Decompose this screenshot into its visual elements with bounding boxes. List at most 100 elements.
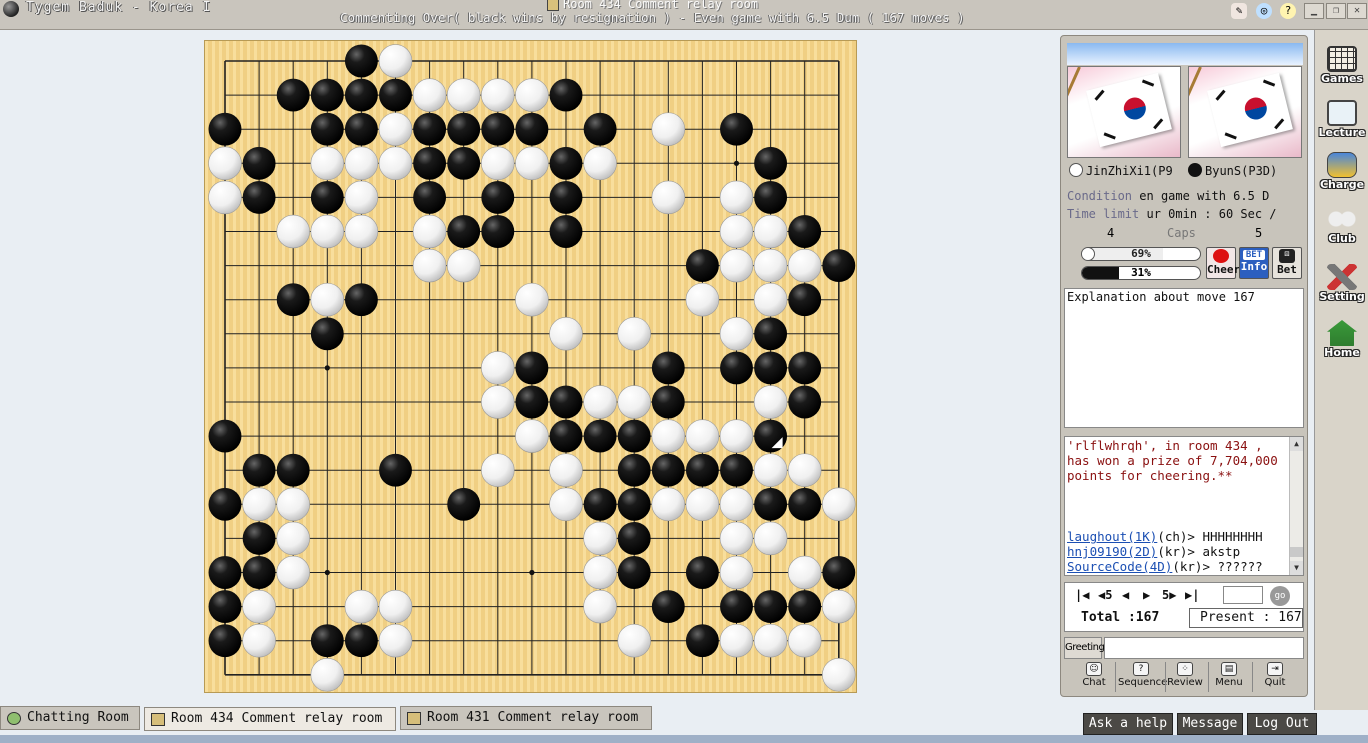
go-button[interactable]: go: [1270, 586, 1290, 606]
white-captures: 4: [1107, 226, 1115, 240]
white-stone: [310, 658, 345, 692]
white-stone: [753, 214, 788, 249]
chat-nick-link[interactable]: laughout(1K): [1067, 529, 1157, 544]
black-stone: [583, 487, 617, 521]
black-stone: [788, 590, 822, 624]
ask-help-button[interactable]: Ask a help: [1083, 713, 1173, 735]
captures-label: Caps: [1167, 226, 1196, 240]
white-stone: [617, 385, 651, 419]
white-stone: [481, 385, 515, 419]
lecture-board-icon: [1327, 100, 1357, 126]
chat-nick-link[interactable]: SourceCode(4D): [1067, 559, 1172, 574]
black-stone: [310, 112, 344, 146]
bet-info-button[interactable]: BET Info: [1239, 247, 1269, 279]
black-stone: [754, 351, 788, 385]
black-stone: [617, 419, 651, 453]
sequence-button[interactable]: ? Sequence: [1118, 662, 1167, 694]
go-board[interactable]: [204, 40, 857, 693]
black-stone: [822, 249, 856, 283]
chat-scrollbar[interactable]: ▲ ▼: [1289, 437, 1303, 575]
scroll-up-icon[interactable]: ▲: [1290, 437, 1303, 451]
help-bulb-icon[interactable]: ?: [1280, 3, 1296, 19]
forward-5-button[interactable]: 5▶: [1162, 588, 1176, 602]
black-stone: [208, 624, 242, 658]
close-button[interactable]: ✕: [1347, 3, 1367, 19]
black-stone: [344, 78, 378, 112]
chat-button[interactable]: ☺ Chat: [1072, 662, 1116, 694]
review-icon: ⁘: [1177, 662, 1193, 676]
white-stone: [719, 487, 754, 522]
bet-button[interactable]: ⚄ Bet: [1272, 247, 1302, 279]
main-sidebar: Games Lecture Charge Club Setting Home: [1314, 30, 1368, 710]
white-stone: [208, 180, 242, 215]
chat-input[interactable]: [1104, 637, 1304, 659]
quit-button[interactable]: ⇥ Quit: [1253, 662, 1297, 694]
tab-label: Chatting Room: [27, 710, 129, 725]
black-stone: [413, 112, 447, 146]
present-move: Present : 167: [1189, 608, 1303, 628]
chat-message: (ch)> HHHHHHHH: [1157, 529, 1263, 544]
sidebar-item-lecture[interactable]: Lecture: [1317, 100, 1367, 139]
last-move-button[interactable]: ▶|: [1185, 588, 1199, 602]
black-stone: [481, 215, 515, 248]
white-stone: [753, 385, 788, 419]
sidebar-item-games[interactable]: Games: [1317, 46, 1367, 85]
black-stone: [379, 453, 412, 487]
first-move-button[interactable]: |◀: [1075, 588, 1089, 602]
white-player[interactable]: JinZhiXi1(P9: [1069, 163, 1181, 178]
greeting-button[interactable]: Greeting: [1064, 637, 1105, 659]
search-icon[interactable]: ◎: [1256, 3, 1272, 19]
minimize-button[interactable]: ▁: [1304, 3, 1324, 19]
back-5-button[interactable]: ◀5: [1098, 588, 1112, 602]
black-stone: [208, 556, 242, 589]
tab-chatting-room[interactable]: Chatting Room: [0, 706, 140, 730]
white-stone: [276, 487, 310, 522]
chat-nick-link[interactable]: hnj09190(2D): [1067, 544, 1157, 559]
black-stone: [788, 283, 822, 317]
white-stone: [515, 282, 549, 317]
white-stone: [378, 112, 413, 146]
sidebar-item-setting[interactable]: Setting: [1317, 264, 1367, 303]
sidebar-item-home[interactable]: Home: [1317, 320, 1367, 359]
white-stone: [685, 487, 720, 522]
logout-button[interactable]: Log Out: [1247, 713, 1317, 735]
white-stone: [242, 589, 276, 624]
go-board-grid[interactable]: [205, 41, 858, 694]
tab-room-434[interactable]: Room 434 Comment relay room: [144, 707, 396, 731]
games-board-icon: [1327, 46, 1357, 72]
white-stone: [276, 214, 310, 249]
white-stone: [719, 521, 754, 556]
black-stone: [549, 419, 583, 453]
tab-room-431[interactable]: Room 431 Comment relay room: [400, 706, 652, 730]
black-stone: [754, 487, 788, 521]
scroll-down-icon[interactable]: ▼: [1290, 561, 1303, 575]
prev-move-button[interactable]: ◀: [1122, 588, 1129, 602]
white-player-name[interactable]: JinZhiXi1(P9: [1086, 164, 1173, 178]
next-move-button[interactable]: ▶: [1143, 588, 1150, 602]
black-stone: [651, 385, 685, 419]
message-button[interactable]: Message: [1177, 713, 1243, 735]
white-stone: [753, 248, 788, 283]
review-button[interactable]: ⁘ Review: [1163, 662, 1207, 694]
white-stone: [719, 248, 754, 283]
scroll-thumb[interactable]: [1290, 547, 1303, 557]
menu-button[interactable]: ▤ Menu: [1207, 662, 1251, 694]
sidebar-item-club[interactable]: Club: [1317, 206, 1367, 245]
black-stone: [344, 624, 378, 658]
white-stone: [378, 589, 413, 624]
sidebar-item-charge[interactable]: Charge: [1317, 152, 1367, 191]
condition-row: Condition en game with 6.5 D: [1067, 189, 1303, 203]
black-stone: [788, 351, 822, 385]
black-stone: [515, 351, 549, 385]
cheer-button[interactable]: Cheer: [1206, 247, 1240, 279]
restore-button[interactable]: ❐: [1326, 3, 1346, 19]
quit-icon: ⇥: [1267, 662, 1283, 676]
palette-icon[interactable]: ✎: [1231, 3, 1247, 19]
chat-log[interactable]: 'rlflwhrqh', in room 434 , has won a pri…: [1064, 436, 1304, 576]
black-player[interactable]: ByunS(P3D): [1188, 163, 1302, 178]
black-player-name[interactable]: ByunS(P3D): [1205, 164, 1277, 178]
black-stone: [242, 556, 276, 589]
black-stone: [685, 453, 719, 487]
board-icon: [151, 713, 165, 726]
move-number-input[interactable]: [1223, 586, 1263, 604]
